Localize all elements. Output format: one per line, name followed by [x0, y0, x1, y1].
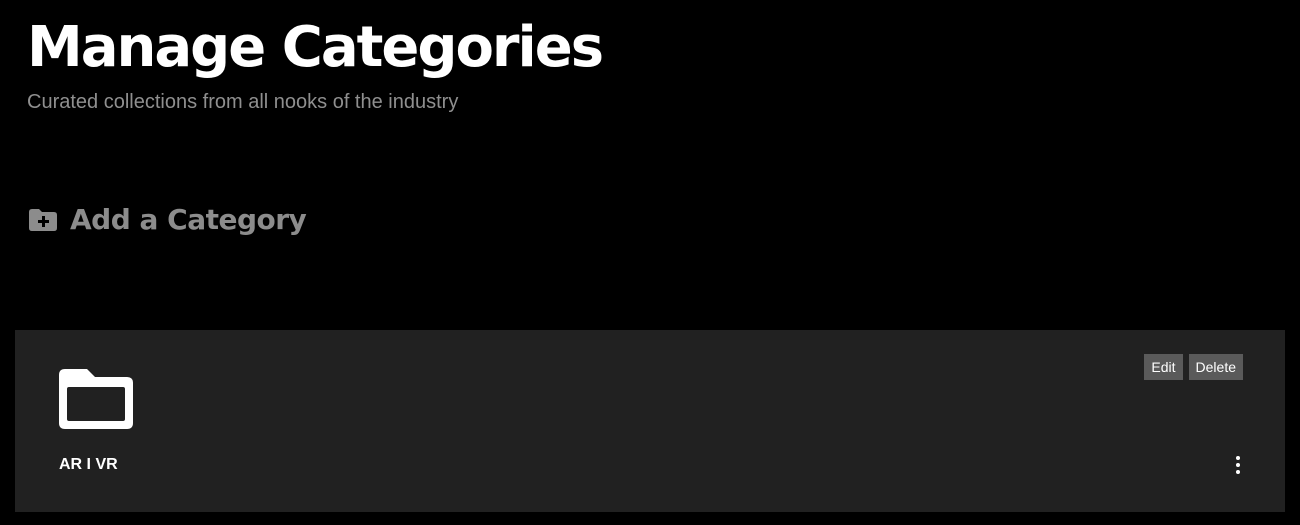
page-subtitle: Curated collections from all nooks of th…: [27, 91, 459, 113]
page-title: Manage Categories: [27, 15, 604, 80]
folder-plus-icon: [28, 208, 58, 232]
folder-icon: [57, 367, 135, 431]
manage-categories-page: Manage Categories Curated collections fr…: [0, 0, 1300, 525]
delete-button[interactable]: Delete: [1188, 354, 1243, 380]
edit-button[interactable]: Edit: [1144, 354, 1183, 380]
add-category-label: Add a Category: [70, 203, 307, 236]
category-name: AR I VR: [59, 456, 118, 473]
add-category-button[interactable]: Add a Category: [28, 200, 307, 240]
category-card: AR I VR Edit Delete: [15, 330, 1285, 512]
category-actions: Edit Delete: [1144, 354, 1243, 380]
more-vertical-icon[interactable]: [1231, 454, 1245, 476]
